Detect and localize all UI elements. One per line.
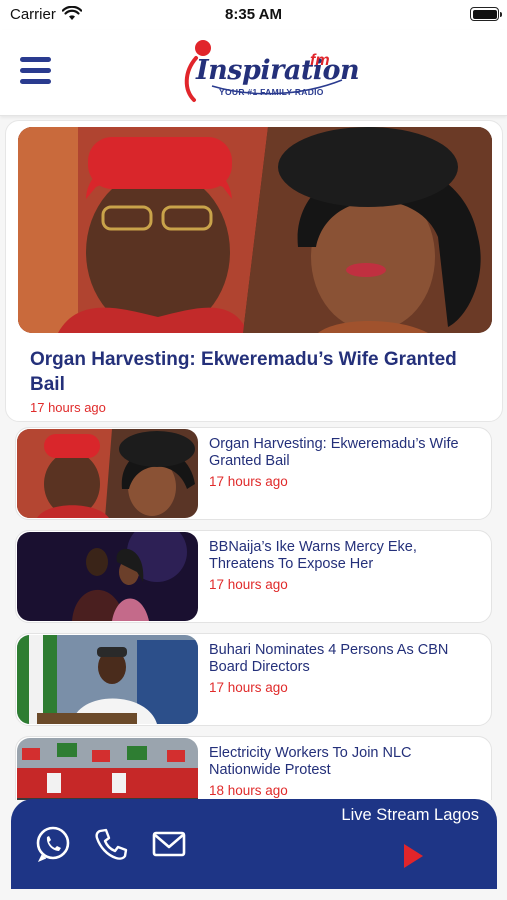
mail-icon[interactable] [149,824,189,864]
news-list-item[interactable]: Electricity Workers To Join NLC Nationwi… [15,736,492,800]
menu-button[interactable] [20,54,52,88]
inspiration-fm-logo: Inspiration fm YOUR #1 FAMILY RADIO [182,38,360,108]
featured-story-image [18,127,492,333]
news-list-item[interactable]: Organ Harvesting: Ekweremadu’s Wife Gran… [15,427,492,520]
news-time: 17 hours ago [209,680,288,695]
featured-story-time: 17 hours ago [30,400,106,415]
live-stream-label: Live Stream Lagos [341,806,479,824]
phone-icon[interactable] [91,824,131,864]
clock: 8:35 AM [225,6,282,23]
news-time: 17 hours ago [209,474,288,489]
news-time: 17 hours ago [209,577,288,592]
battery-icon [470,7,502,21]
news-thumbnail [17,532,198,621]
featured-story-title[interactable]: Organ Harvesting: Ekweremadu’s Wife Gran… [30,347,470,397]
news-thumbnail [17,429,198,518]
news-list-item[interactable]: Buhari Nominates 4 Persons As CBN Board … [15,633,492,726]
news-thumbnail [17,738,198,800]
hamburger-bar [20,57,51,62]
hamburger-bar [20,68,51,73]
status-bar: Carrier 8:35 AM [0,0,507,30]
featured-story-card[interactable]: Organ Harvesting: Ekweremadu’s Wife Gran… [5,120,503,422]
whatsapp-icon[interactable] [33,824,73,864]
news-title[interactable]: Organ Harvesting: Ekweremadu’s Wife Gran… [209,436,479,470]
logo-fm: fm [310,52,330,69]
news-time: 18 hours ago [209,783,288,798]
news-list-item[interactable]: BBNaija’s Ike Warns Mercy Eke, Threatens… [15,530,492,623]
bottom-action-bar: Live Stream Lagos [11,799,497,889]
news-title[interactable]: BBNaija’s Ike Warns Mercy Eke, Threatens… [209,539,479,573]
news-title[interactable]: Electricity Workers To Join NLC Nationwi… [209,745,479,779]
news-title[interactable]: Buhari Nominates 4 Persons As CBN Board … [209,642,479,676]
hamburger-bar [20,79,51,84]
logo-tagline: YOUR #1 FAMILY RADIO [219,87,324,97]
app-screen: Carrier 8:35 AM Inspiration fm YOUR #1 F… [0,0,507,900]
play-icon[interactable] [402,843,424,869]
logo-wordmark: Inspiration [196,55,360,86]
app-header: Inspiration fm YOUR #1 FAMILY RADIO [0,30,507,116]
news-thumbnail [17,635,198,724]
news-feed: Organ Harvesting: Ekweremadu’s Wife Gran… [0,117,507,800]
